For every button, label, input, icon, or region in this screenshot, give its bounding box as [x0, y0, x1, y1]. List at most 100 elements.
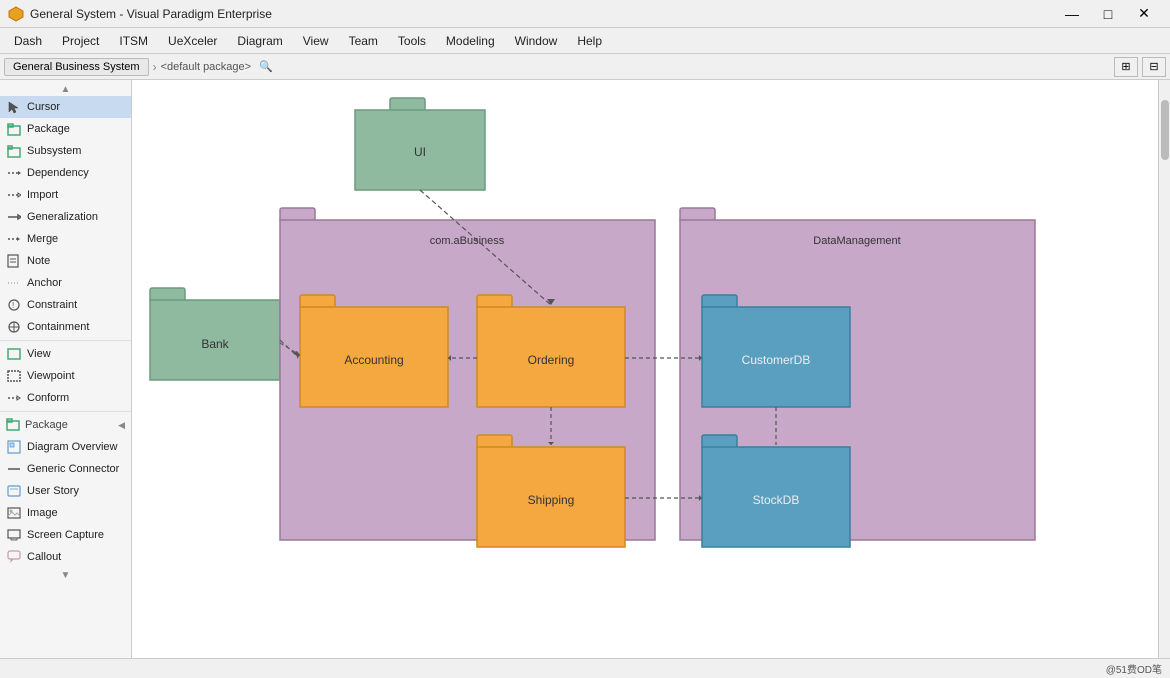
menu-itsm[interactable]: ITSM — [109, 30, 158, 52]
menu-help[interactable]: Help — [567, 30, 612, 52]
sidebar-item-merge[interactable]: Merge — [0, 228, 131, 250]
menu-uexceler[interactable]: UeXceler — [158, 30, 227, 52]
import-label: Import — [27, 189, 58, 201]
view-icon — [6, 346, 22, 362]
package2-icon — [6, 417, 20, 434]
minimize-button[interactable]: — — [1054, 0, 1090, 28]
sidebar-divider-1 — [0, 340, 131, 341]
menu-view[interactable]: View — [293, 30, 339, 52]
svg-text:Bank: Bank — [201, 337, 229, 351]
screen-capture-label: Screen Capture — [27, 529, 104, 541]
status-text: @51费OD笔 — [1106, 661, 1162, 676]
svg-text:com.aBusiness: com.aBusiness — [430, 235, 505, 247]
right-scrollbar[interactable] — [1158, 80, 1170, 658]
sidebar-item-note[interactable]: Note — [0, 250, 131, 272]
sidebar-item-constraint[interactable]: ! Constraint — [0, 294, 131, 316]
sidebar-item-package[interactable]: Package — [0, 118, 131, 140]
diagram-svg: UI Bank com.aBusiness DataManagement Acc… — [132, 80, 1158, 658]
sidebar-item-cursor[interactable]: Cursor — [0, 96, 131, 118]
close-button[interactable]: ✕ — [1126, 0, 1162, 28]
dependency-icon — [6, 165, 22, 181]
generalization-icon — [6, 209, 22, 225]
sidebar-item-conform[interactable]: Conform — [0, 387, 131, 409]
user-story-icon — [6, 483, 22, 499]
sidebar-item-containment[interactable]: Containment — [0, 316, 131, 338]
constraint-icon: ! — [6, 297, 22, 313]
viewpoint-label: Viewpoint — [27, 370, 75, 382]
conform-icon — [6, 390, 22, 406]
generic-connector-icon — [6, 461, 22, 477]
package2-label: Package — [25, 419, 68, 431]
window-controls: — □ ✕ — [1054, 0, 1162, 28]
main-layout: ▲ Cursor Package Subsystem Dependency — [0, 80, 1170, 658]
breadcrumb-bar: General Business System › <default packa… — [0, 54, 1170, 80]
sidebar-item-import[interactable]: Import — [0, 184, 131, 206]
generalization-label: Generalization — [27, 211, 98, 223]
constraint-label: Constraint — [27, 299, 77, 311]
breadcrumb-path-button[interactable]: General Business System — [4, 58, 149, 76]
callout-icon — [6, 549, 22, 565]
sidebar-item-image[interactable]: Image — [0, 502, 131, 524]
grid-view-button[interactable]: ⊞ — [1114, 57, 1138, 77]
sidebar-item-view[interactable]: View — [0, 343, 131, 365]
menu-team[interactable]: Team — [339, 30, 388, 52]
sidebar-item-dependency[interactable]: Dependency — [0, 162, 131, 184]
note-label: Note — [27, 255, 50, 267]
callout-label: Callout — [27, 551, 61, 563]
dependency-label: Dependency — [27, 167, 89, 179]
title-bar: General System - Visual Paradigm Enterpr… — [0, 0, 1170, 28]
app-icon — [8, 6, 24, 22]
containment-icon — [6, 319, 22, 335]
subsystem-icon — [6, 143, 22, 159]
panel-view-button[interactable]: ⊟ — [1142, 57, 1166, 77]
menu-dash[interactable]: Dash — [4, 30, 52, 52]
scroll-handle[interactable] — [1161, 100, 1169, 160]
import-icon — [6, 187, 22, 203]
note-icon — [6, 253, 22, 269]
breadcrumb-package: <default package> — [161, 61, 252, 73]
sidebar-item-subsystem[interactable]: Subsystem — [0, 140, 131, 162]
svg-text:Accounting: Accounting — [344, 353, 403, 367]
svg-text:DataManagement: DataManagement — [813, 235, 900, 247]
sidebar-item-generalization[interactable]: Generalization — [0, 206, 131, 228]
menu-tools[interactable]: Tools — [388, 30, 436, 52]
diagram-canvas[interactable]: UI Bank com.aBusiness DataManagement Acc… — [132, 80, 1158, 658]
menu-bar: Dash Project ITSM UeXceler Diagram View … — [0, 28, 1170, 54]
sidebar-item-callout[interactable]: Callout — [0, 546, 131, 568]
menu-project[interactable]: Project — [52, 30, 109, 52]
view-label: View — [27, 348, 51, 360]
menu-diagram[interactable]: Diagram — [227, 30, 292, 52]
sidebar-item-screen-capture[interactable]: Screen Capture — [0, 524, 131, 546]
scroll-up-arrow[interactable]: ▲ — [0, 82, 131, 96]
image-label: Image — [27, 507, 58, 519]
svg-text:StockDB: StockDB — [753, 493, 800, 507]
merge-label: Merge — [27, 233, 58, 245]
image-icon — [6, 505, 22, 521]
maximize-button[interactable]: □ — [1090, 0, 1126, 28]
svg-text:UI: UI — [414, 145, 426, 159]
menu-modeling[interactable]: Modeling — [436, 30, 505, 52]
svg-text:!: ! — [12, 301, 14, 310]
svg-text:Ordering: Ordering — [528, 353, 575, 367]
sidebar-divider-2 — [0, 411, 131, 412]
cursor-icon — [6, 99, 22, 115]
anchor-icon — [6, 275, 22, 291]
toolbar-right-icons: ⊞ ⊟ — [1114, 57, 1166, 77]
scroll-down-arrow[interactable]: ▼ — [0, 568, 131, 582]
sidebar-item-generic-connector[interactable]: Generic Connector — [0, 458, 131, 480]
sidebar-item-user-story[interactable]: User Story — [0, 480, 131, 502]
viewpoint-icon — [6, 368, 22, 384]
menu-window[interactable]: Window — [505, 30, 568, 52]
sidebar-item-viewpoint[interactable]: Viewpoint — [0, 365, 131, 387]
merge-icon — [6, 231, 22, 247]
sidebar: ▲ Cursor Package Subsystem Dependency — [0, 80, 132, 658]
cursor-label: Cursor — [27, 101, 60, 113]
search-icon[interactable]: 🔍 — [259, 60, 273, 73]
sidebar-package-section[interactable]: Package ◀ — [0, 414, 131, 436]
breadcrumb-separator: › — [153, 60, 157, 74]
svg-text:CustomerDB: CustomerDB — [742, 353, 811, 367]
sidebar-item-anchor[interactable]: Anchor — [0, 272, 131, 294]
sidebar-item-diagram-overview[interactable]: Diagram Overview — [0, 436, 131, 458]
screen-capture-icon — [6, 527, 22, 543]
containment-label: Containment — [27, 321, 89, 333]
